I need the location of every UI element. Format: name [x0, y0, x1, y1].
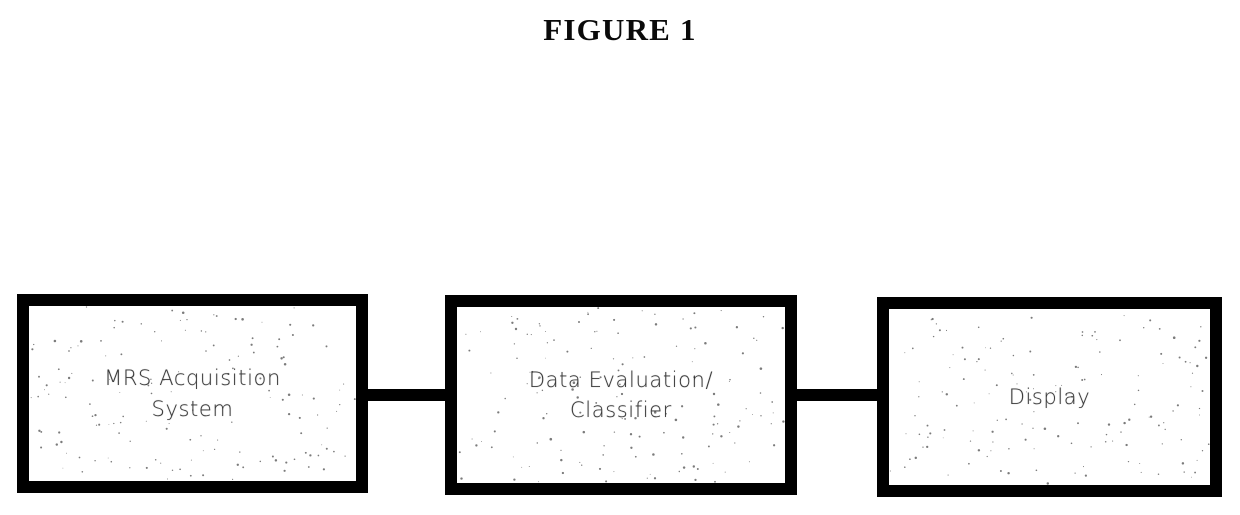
block-data-evaluation-classifier: Data Evaluation/ Classifier — [445, 295, 797, 495]
block-label-data-evaluation-classifier: Data Evaluation/ Classifier — [528, 367, 714, 422]
figure-page: FIGURE 1 MRS Acquisition System Data Eva… — [0, 0, 1240, 515]
block-mrs-acquisition-system: MRS Acquisition System — [17, 294, 368, 493]
block-label-mrs-acquisition-system: MRS Acquisition System — [104, 366, 281, 421]
block-display: Display — [877, 297, 1222, 497]
block-label-display: Display — [1008, 384, 1091, 409]
connector-mrs-to-evaluator — [362, 389, 450, 401]
connector-evaluator-to-display — [792, 389, 882, 401]
block-diagram: MRS Acquisition System Data Evaluation/ … — [0, 0, 1240, 515]
